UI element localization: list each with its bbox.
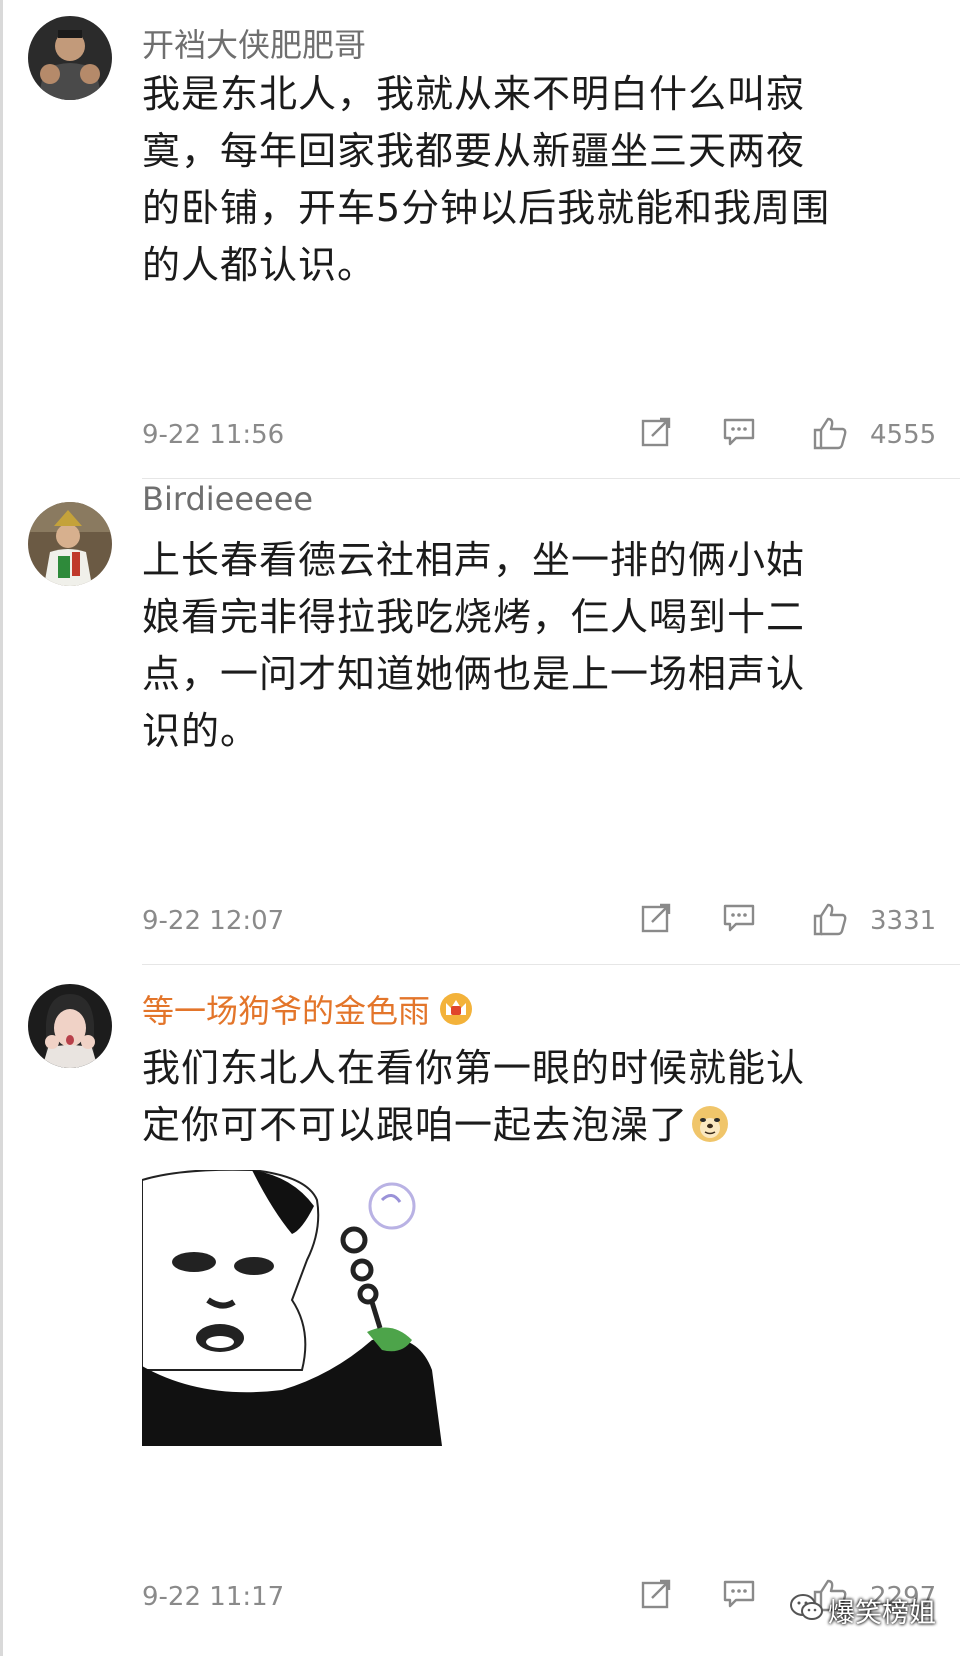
reply-icon[interactable] (722, 1578, 756, 1610)
like-count: 3331 (870, 906, 937, 936)
avatar[interactable] (28, 16, 112, 100)
crown-badge-icon (440, 993, 473, 1025)
comment-time: 9-22 12:07 (142, 906, 285, 936)
screen-edge (0, 0, 3, 1656)
panda-bubble-meme-icon (141, 1168, 442, 1446)
wechat-logo-icon (790, 1594, 823, 1620)
doge-emoji-icon (692, 1106, 729, 1142)
watermark-text: 爆笑榜姐 (828, 1598, 936, 1629)
muscle-man-avatar-icon (28, 16, 112, 100)
costume-avatar-icon (28, 502, 112, 586)
comment-text: 我是东北人，我就从来不明白什么叫寂 寞，每年回家我都要从新疆坐三天两夜 的卧铺，… (142, 72, 831, 287)
reply-icon[interactable] (722, 416, 756, 448)
vip-badge (438, 992, 474, 1034)
share-icon[interactable] (640, 416, 672, 448)
username[interactable]: 等一场狗爷的金色雨 (142, 986, 474, 1034)
meme-image[interactable] (141, 1168, 442, 1446)
divider (142, 478, 960, 479)
comment-time: 9-22 11:17 (142, 1582, 285, 1612)
avatar[interactable] (28, 984, 112, 1068)
like-icon[interactable] (812, 902, 848, 936)
reply-icon[interactable] (722, 902, 756, 934)
username[interactable]: Birdieeeee (142, 480, 313, 518)
divider (142, 964, 960, 965)
comment-text: 我们东北人在看你第一眼的时候就能认 定你可不可以跟咱一起去泡澡了 (142, 1040, 922, 1160)
comment-time: 9-22 11:56 (142, 420, 285, 450)
share-icon[interactable] (640, 1578, 672, 1610)
avatar[interactable] (28, 502, 112, 586)
username[interactable]: 开裆大侠肥肥哥 (142, 20, 366, 66)
like-count: 4555 (870, 420, 937, 450)
comment-text: 上长春看德云社相声，坐一排的俩小姑 娘看完非得拉我吃烧烤，仨人喝到十二 点，一问… (142, 538, 806, 753)
emoji (690, 1103, 730, 1160)
share-icon[interactable] (640, 902, 672, 934)
like-icon[interactable] (812, 416, 848, 450)
girl-avatar-icon (28, 984, 112, 1068)
